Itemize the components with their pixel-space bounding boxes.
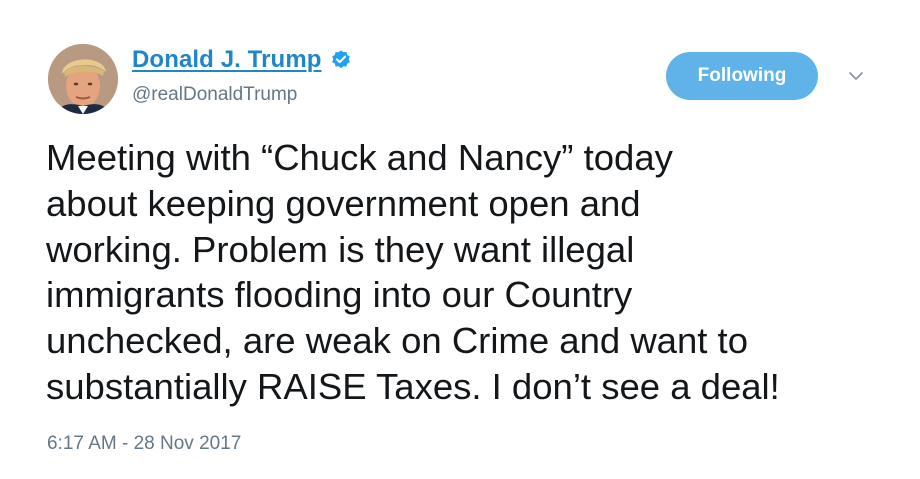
- tweet-timestamp[interactable]: 6:17 AM - 28 Nov 2017: [47, 433, 241, 455]
- tweet-text: Meeting with “Chuck and Nancy” today abo…: [46, 137, 780, 407]
- tweet-card: Donald J. Trump @realDonaldTrump Followi…: [0, 0, 920, 479]
- verified-badge-icon: [330, 49, 352, 71]
- profile-photo-icon: [48, 44, 118, 114]
- following-button[interactable]: Following: [666, 52, 818, 100]
- author-handle[interactable]: @realDonaldTrump: [132, 84, 297, 106]
- chevron-down-icon[interactable]: [846, 66, 866, 86]
- author-name-row: Donald J. Trump: [132, 46, 352, 74]
- author-display-name[interactable]: Donald J. Trump: [132, 46, 322, 74]
- avatar[interactable]: [48, 44, 118, 114]
